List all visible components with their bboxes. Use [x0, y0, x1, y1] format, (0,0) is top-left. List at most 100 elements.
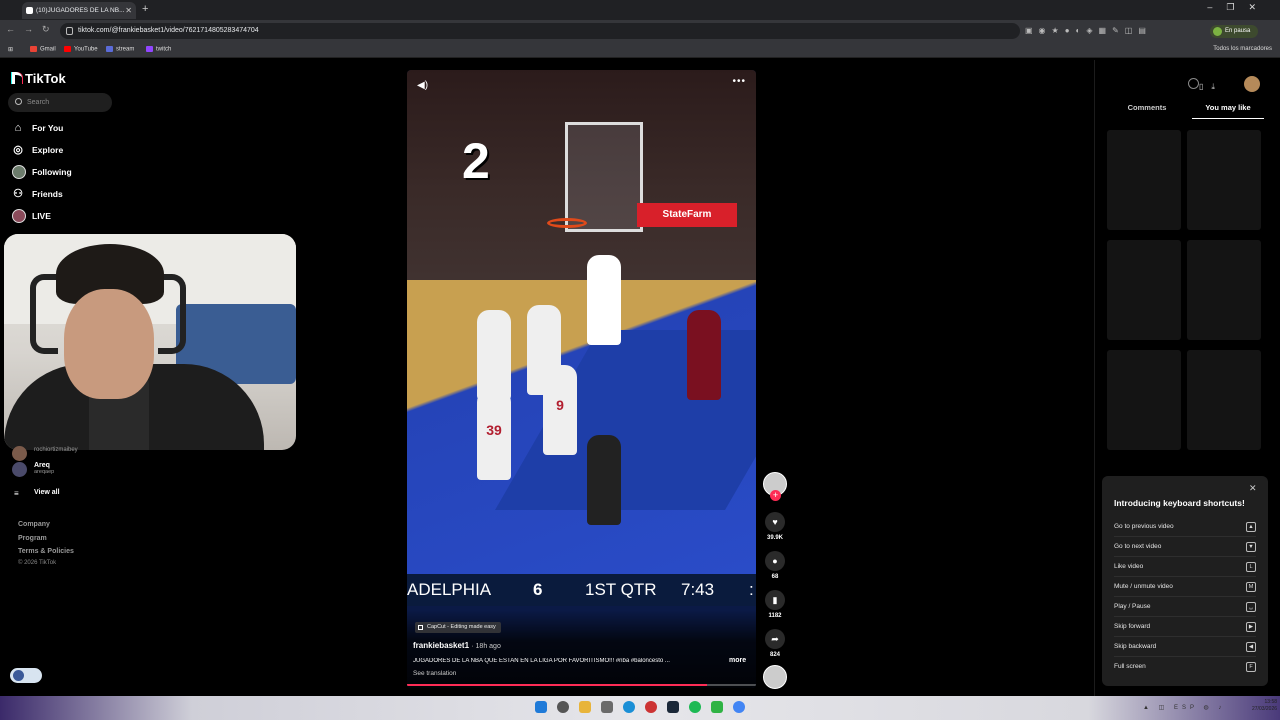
avatar [12, 462, 27, 477]
key-down-icon: ▼ [1246, 542, 1256, 552]
player-jersey: 39 [477, 390, 511, 480]
app-icon[interactable] [645, 701, 657, 713]
video-player[interactable]: StateFarm 39 9 2 ADELPHIA 6 1ST QTR 7:43… [407, 70, 756, 688]
store-icon[interactable] [601, 701, 613, 713]
steam-icon[interactable] [667, 701, 679, 713]
mute-icon[interactable]: ◀) [417, 80, 428, 91]
get-app-toggle[interactable] [10, 668, 42, 683]
key-left-icon: ◀ [1246, 642, 1256, 652]
follow-plus-icon[interactable]: + [770, 490, 781, 501]
more-options-icon[interactable]: ••• [732, 76, 746, 87]
comment-icon: ● [765, 551, 785, 571]
suggested-video-thumb[interactable] [1107, 240, 1181, 340]
window-controls[interactable]: –❐✕ [1207, 2, 1270, 13]
footer-program[interactable]: Program [18, 535, 47, 542]
close-tab-icon[interactable]: ✕ [125, 2, 132, 19]
nav-following[interactable]: Following [12, 164, 72, 180]
browser-tab-strip [0, 0, 1280, 20]
avatar [12, 446, 27, 461]
extensions-icons[interactable]: ▣◉★●◐◈▦✎◫▤ [1025, 26, 1152, 35]
start-icon[interactable] [535, 701, 547, 713]
bookmark-youtube[interactable]: YouTube [64, 46, 98, 53]
nav-explore[interactable]: ◎ Explore [12, 142, 63, 158]
suggested-video-thumb[interactable] [1107, 350, 1181, 450]
site-info-icon[interactable] [66, 27, 73, 35]
system-tray[interactable]: ▲ ◫ ESP ◍ ♪ [1143, 704, 1225, 711]
file-explorer-icon[interactable] [579, 701, 591, 713]
browser-tab[interactable]: (10)JUGADORES DE LA NB... ✕ [22, 2, 136, 19]
tab-comments[interactable]: Comments [1104, 103, 1190, 118]
next-creator-avatar[interactable] [763, 665, 787, 689]
youtube-icon [64, 46, 71, 52]
taskbar-clock[interactable]: 13:58 27/03/2026 [1252, 699, 1277, 713]
like-button[interactable]: ♥ 39.9K [764, 512, 786, 541]
nav-for-you[interactable]: ⌂ For You [12, 120, 64, 136]
new-tab-button[interactable]: + [142, 3, 148, 15]
search-input[interactable]: Search [8, 93, 112, 112]
shortcuts-title: Introducing keyboard shortcuts! [1114, 498, 1245, 508]
suggested-video-thumb[interactable] [1107, 130, 1181, 230]
address-bar[interactable]: tiktok.com/@frankiebasket1/video/7621714… [60, 23, 1020, 39]
save-button[interactable]: ▮ 1182 [764, 590, 786, 619]
overlay-number: 2 [462, 133, 490, 189]
tiktok-favicon-icon [26, 7, 33, 14]
suggested-video-thumb[interactable] [1187, 240, 1261, 340]
search-icon[interactable] [557, 701, 569, 713]
footer-terms[interactable]: Terms & Policies [18, 548, 74, 555]
share-button[interactable]: ➦ 824 [764, 629, 786, 658]
windows-taskbar [0, 696, 1280, 720]
share-icon: ➦ [765, 629, 785, 649]
profile-avatar-icon [1213, 27, 1222, 36]
sponsor-banner: StateFarm [637, 203, 737, 227]
comment-button[interactable]: ● 68 [764, 551, 786, 580]
all-bookmarks[interactable]: Todos los marcadores [1213, 46, 1272, 52]
video-author[interactable]: frankiebasket1 · 18h ago [413, 641, 501, 650]
suggested-video-thumb[interactable] [1187, 350, 1261, 450]
nav-friends[interactable]: ⚇ Friends [12, 186, 63, 202]
key-up-icon: ▲ [1246, 522, 1256, 532]
spotify-icon[interactable] [689, 701, 701, 713]
bookmark-stream[interactable]: stream [106, 46, 134, 53]
backboard [565, 122, 643, 232]
bookmark-gmail[interactable]: Gmail [30, 46, 56, 53]
bookmark-twitch[interactable]: twitch [146, 46, 171, 53]
apps-icon[interactable]: ⊞ [8, 46, 13, 53]
panel-tools[interactable]: ▯⤓ [1188, 78, 1223, 92]
shortcut-row: Skip forward ▶ [1114, 617, 1256, 637]
profile-button[interactable]: En pausa [1210, 25, 1258, 38]
following-account[interactable]: Areq areqaep [12, 462, 54, 477]
tab-you-may-like[interactable]: You may like [1192, 103, 1264, 119]
footer-company[interactable]: Company [18, 521, 50, 528]
shortcut-row: Play / Pause ␣ [1114, 597, 1256, 617]
settings-icon[interactable] [1188, 78, 1199, 89]
tab-title: (10)JUGADORES DE LA NB... [36, 7, 125, 14]
live-avatar-icon [12, 209, 26, 223]
tiktok-logo[interactable]: TikTok [12, 71, 66, 86]
app-icon[interactable] [711, 701, 723, 713]
webcam-overlay [4, 234, 296, 450]
scoreboard: ADELPHIA 6 1ST QTR 7:43 : [407, 574, 756, 606]
twitch-icon [146, 46, 153, 52]
nav-buttons[interactable]: ←→↻ [6, 24, 59, 35]
player-jersey: 9 [543, 365, 577, 455]
more-button[interactable]: more [729, 657, 746, 664]
scoreboard-team: ADELPHIA [407, 580, 492, 599]
following-account[interactable]: rochiortizmaibey [12, 446, 78, 461]
see-translation-link[interactable]: See translation [413, 670, 456, 677]
view-all-link[interactable]: ≡ View all [14, 489, 60, 498]
app-icon [13, 670, 24, 681]
user-avatar[interactable] [1244, 76, 1260, 92]
edge-icon[interactable] [623, 701, 635, 713]
suggested-video-thumb[interactable] [1187, 130, 1261, 230]
shortcut-row: Skip backward ◀ [1114, 637, 1256, 657]
chrome-icon[interactable] [733, 701, 745, 713]
capcut-badge[interactable]: CapCut - Editing made easy [415, 622, 501, 633]
url-text: tiktok.com/@frankiebasket1/video/7621714… [78, 27, 259, 34]
rim [547, 218, 587, 228]
search-icon [15, 98, 22, 105]
gmail-icon [30, 46, 37, 52]
close-icon[interactable]: ✕ [1249, 483, 1257, 494]
video-progress-bar[interactable] [407, 684, 756, 686]
shortcut-row: Go to previous video ▲ [1114, 517, 1256, 537]
nav-live[interactable]: LIVE [12, 208, 51, 224]
